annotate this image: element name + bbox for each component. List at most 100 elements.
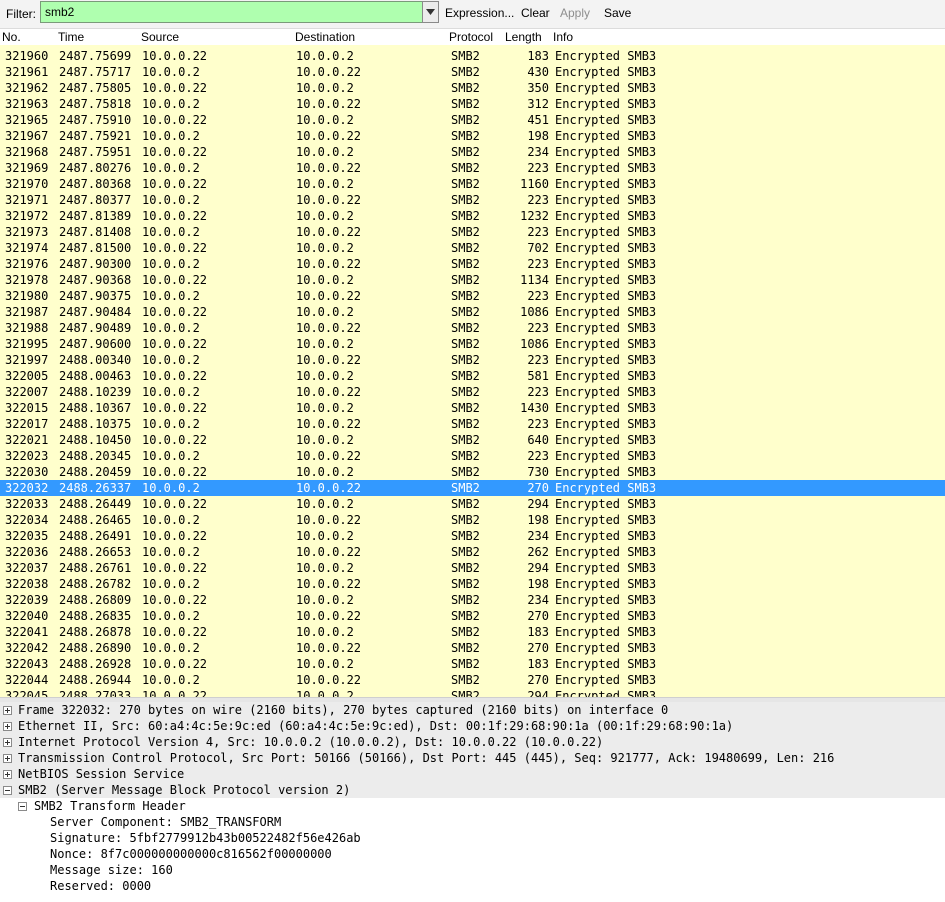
- tree-item[interactable]: SMB2 Transform Header: [0, 798, 945, 814]
- cell-dst: 10.0.0.22: [296, 65, 362, 79]
- table-row[interactable]: 322040 2488.26835 10.0.0.2 10.0.0.22 SMB2 270…: [0, 608, 945, 624]
- filter-history-dropdown[interactable]: [422, 1, 439, 23]
- table-row[interactable]: 322044 2488.26944 10.0.0.2 10.0.0.22 SMB2 270…: [0, 672, 945, 688]
- collapse-icon[interactable]: [18, 802, 27, 811]
- cell-time: 2488.10450: [59, 433, 132, 447]
- table-row[interactable]: 322042 2488.26890 10.0.0.2 10.0.0.22 SMB2 270…: [0, 640, 945, 656]
- tree-item[interactable]: Reserved: 0000: [0, 878, 945, 894]
- filter-box[interactable]: [40, 1, 424, 23]
- tree-item[interactable]: Transmission Control Protocol, Src Port:…: [0, 750, 945, 766]
- table-row[interactable]: 321980 2487.90375 10.0.0.2 10.0.0.22 SMB2 223…: [0, 288, 945, 304]
- cell-len: 234: [527, 145, 549, 159]
- table-row[interactable]: 322023 2488.20345 10.0.0.2 10.0.0.22 SMB2 223…: [0, 448, 945, 464]
- tree-item[interactable]: Message size: 160: [0, 862, 945, 878]
- clear-button[interactable]: Clear: [521, 6, 550, 20]
- table-row[interactable]: 321972 2487.81389 10.0.0.22 10.0.0.2 SMB2 123…: [0, 208, 945, 224]
- table-row[interactable]: 322005 2488.00463 10.0.0.22 10.0.0.2 SMB2 581…: [0, 368, 945, 384]
- column-header-length[interactable]: Length: [505, 30, 542, 44]
- cell-proto: SMB2: [451, 385, 480, 399]
- table-row[interactable]: 321971 2487.80377 10.0.0.2 10.0.0.22 SMB2 223…: [0, 192, 945, 208]
- cell-src: 10.0.0.22: [142, 529, 208, 543]
- table-row[interactable]: 322007 2488.10239 10.0.0.2 10.0.0.22 SMB2 223…: [0, 384, 945, 400]
- column-header-protocol[interactable]: Protocol: [449, 30, 493, 44]
- table-row[interactable]: 322041 2488.26878 10.0.0.22 10.0.0.2 SMB2 183…: [0, 624, 945, 640]
- cell-proto: SMB2: [451, 225, 480, 239]
- expand-icon[interactable]: [3, 770, 12, 779]
- tree-item[interactable]: Server Component: SMB2_TRANSFORM: [0, 814, 945, 830]
- column-header-time[interactable]: Time: [58, 30, 84, 44]
- expression-button[interactable]: Expression...: [445, 6, 514, 20]
- tree-item[interactable]: NetBIOS Session Service: [0, 766, 945, 782]
- table-row[interactable]: 321997 2488.00340 10.0.0.2 10.0.0.22 SMB2 223…: [0, 352, 945, 368]
- table-row[interactable]: 321968 2487.75951 10.0.0.22 10.0.0.2 SMB2 234…: [0, 144, 945, 160]
- table-row[interactable]: 321962 2487.75805 10.0.0.22 10.0.0.2 SMB2 350…: [0, 80, 945, 96]
- packet-details-tree[interactable]: Frame 322032: 270 bytes on wire (2160 bi…: [0, 702, 945, 902]
- table-row[interactable]: 321978 2487.90368 10.0.0.22 10.0.0.2 SMB2 113…: [0, 272, 945, 288]
- table-row[interactable]: 322015 2488.10367 10.0.0.22 10.0.0.2 SMB2 143…: [0, 400, 945, 416]
- table-row[interactable]: 321988 2487.90489 10.0.0.2 10.0.0.22 SMB2 223…: [0, 320, 945, 336]
- table-row[interactable]: 322043 2488.26928 10.0.0.22 10.0.0.2 SMB2 183…: [0, 656, 945, 672]
- tree-item[interactable]: Signature: 5fbf2779912b43b00522482f56e42…: [0, 830, 945, 846]
- column-header-no[interactable]: No.: [2, 30, 21, 44]
- column-header-source[interactable]: Source: [141, 30, 179, 44]
- expand-icon[interactable]: [3, 722, 12, 731]
- cell-time: 2487.90489: [59, 321, 132, 335]
- cell-time: 2487.81389: [59, 209, 132, 223]
- cell-src: 10.0.0.2: [142, 449, 200, 463]
- filter-input[interactable]: [41, 2, 423, 22]
- table-row[interactable]: 321963 2487.75818 10.0.0.2 10.0.0.22 SMB2 312…: [0, 96, 945, 112]
- table-row[interactable]: 322033 2488.26449 10.0.0.22 10.0.0.2 SMB2 294…: [0, 496, 945, 512]
- tree-item[interactable]: Internet Protocol Version 4, Src: 10.0.0…: [0, 734, 945, 750]
- table-row[interactable]: 322045 2488.27033 10.0.0.22 10.0.0.2 SMB2 294…: [0, 688, 945, 697]
- save-button[interactable]: Save: [604, 6, 631, 20]
- table-row[interactable]: 322036 2488.26653 10.0.0.2 10.0.0.22 SMB2 262…: [0, 544, 945, 560]
- cell-len: 312: [527, 97, 549, 111]
- table-row[interactable]: 322017 2488.10375 10.0.0.2 10.0.0.22 SMB2 223…: [0, 416, 945, 432]
- tree-item[interactable]: Nonce: 8f7c000000000000c816562f00000000: [0, 846, 945, 862]
- table-row[interactable]: 321974 2487.81500 10.0.0.22 10.0.0.2 SMB2 702…: [0, 240, 945, 256]
- tree-item[interactable]: Frame 322032: 270 bytes on wire (2160 bi…: [0, 702, 945, 718]
- cell-dst: 10.0.0.2: [296, 689, 354, 697]
- table-row[interactable]: 322037 2488.26761 10.0.0.22 10.0.0.2 SMB2 294…: [0, 560, 945, 576]
- packet-list[interactable]: 321960 2487.75699 10.0.0.22 10.0.0.2 SMB2 183…: [0, 45, 945, 697]
- table-row-selected[interactable]: 322032 2488.26337 10.0.0.2 10.0.0.22 SMB2 270…: [0, 480, 945, 496]
- column-header-info[interactable]: Info: [553, 30, 573, 44]
- cell-dst: 10.0.0.2: [296, 337, 354, 351]
- cell-src: 10.0.0.2: [142, 225, 200, 239]
- cell-time: 2488.26337: [59, 481, 132, 495]
- table-row[interactable]: 322034 2488.26465 10.0.0.2 10.0.0.22 SMB2 198…: [0, 512, 945, 528]
- expand-icon[interactable]: [3, 754, 12, 763]
- table-row[interactable]: 321995 2487.90600 10.0.0.22 10.0.0.2 SMB2 108…: [0, 336, 945, 352]
- table-row[interactable]: 321960 2487.75699 10.0.0.22 10.0.0.2 SMB2 183…: [0, 48, 945, 64]
- cell-time: 2488.26782: [59, 577, 132, 591]
- table-row[interactable]: 321976 2487.90300 10.0.0.2 10.0.0.22 SMB2 223…: [0, 256, 945, 272]
- tree-item-label: Signature: 5fbf2779912b43b00522482f56e42…: [50, 831, 361, 845]
- table-row[interactable]: 321973 2487.81408 10.0.0.2 10.0.0.22 SMB2 223…: [0, 224, 945, 240]
- cell-info: Encrypted SMB3: [555, 625, 657, 639]
- table-row[interactable]: 322021 2488.10450 10.0.0.22 10.0.0.2 SMB2 640…: [0, 432, 945, 448]
- cell-len: 183: [527, 49, 549, 63]
- cell-proto: SMB2: [451, 97, 480, 111]
- apply-button[interactable]: Apply: [560, 6, 590, 20]
- cell-dst: 10.0.0.2: [296, 241, 354, 255]
- table-row[interactable]: 321965 2487.75910 10.0.0.22 10.0.0.2 SMB2 451…: [0, 112, 945, 128]
- expand-icon[interactable]: [3, 706, 12, 715]
- table-row[interactable]: 322035 2488.26491 10.0.0.22 10.0.0.2 SMB2 234…: [0, 528, 945, 544]
- tree-item[interactable]: SMB2 (Server Message Block Protocol vers…: [0, 782, 945, 798]
- table-row[interactable]: 321969 2487.80276 10.0.0.2 10.0.0.22 SMB2 223…: [0, 160, 945, 176]
- table-row[interactable]: 321961 2487.75717 10.0.0.2 10.0.0.22 SMB2 430…: [0, 64, 945, 80]
- cell-time: 2488.26449: [59, 497, 132, 511]
- table-row[interactable]: 321970 2487.80368 10.0.0.22 10.0.0.2 SMB2 116…: [0, 176, 945, 192]
- cell-no: 321973: [5, 225, 49, 239]
- table-row[interactable]: 322038 2488.26782 10.0.0.2 10.0.0.22 SMB2 198…: [0, 576, 945, 592]
- collapse-icon[interactable]: [3, 786, 12, 795]
- table-row[interactable]: 321967 2487.75921 10.0.0.2 10.0.0.22 SMB2 198…: [0, 128, 945, 144]
- cell-no: 321968: [5, 145, 49, 159]
- table-row[interactable]: 322030 2488.20459 10.0.0.22 10.0.0.2 SMB2 730…: [0, 464, 945, 480]
- table-row[interactable]: 322039 2488.26809 10.0.0.22 10.0.0.2 SMB2 234…: [0, 592, 945, 608]
- expand-icon[interactable]: [3, 738, 12, 747]
- cell-proto: SMB2: [451, 625, 480, 639]
- column-header-destination[interactable]: Destination: [295, 30, 355, 44]
- table-row[interactable]: 321987 2487.90484 10.0.0.22 10.0.0.2 SMB2 108…: [0, 304, 945, 320]
- tree-item[interactable]: Ethernet II, Src: 60:a4:4c:5e:9c:ed (60:…: [0, 718, 945, 734]
